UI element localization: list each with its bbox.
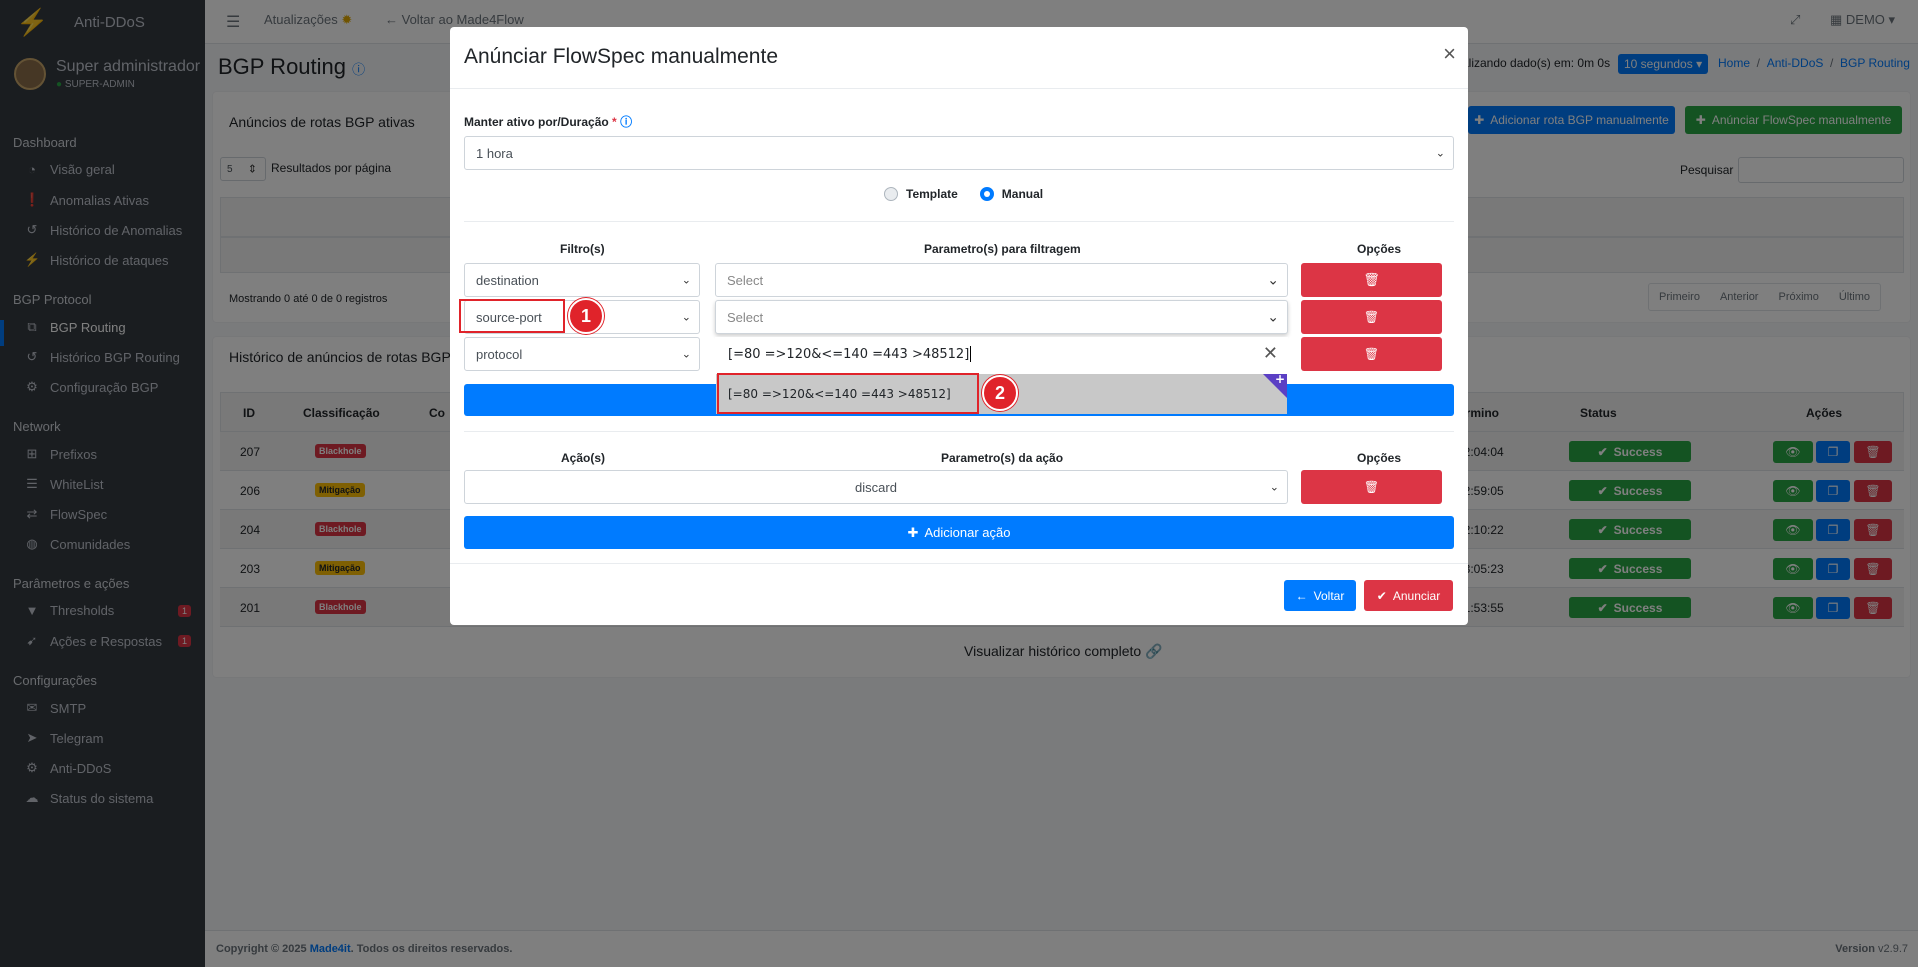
filters-header: Filtro(s)	[560, 242, 605, 256]
plus-icon: +	[1274, 372, 1285, 386]
announce-button[interactable]: ✔ Anunciar	[1364, 580, 1453, 611]
param-select-2[interactable]: Select ⌄	[715, 300, 1288, 334]
annotation-box-2	[717, 373, 979, 414]
mode-radio-group: Template Manual	[884, 187, 1043, 201]
filter-select-3[interactable]: protocol ⌄	[464, 337, 700, 371]
trash-icon: 🗑	[1363, 480, 1380, 494]
params-header: Parametro(s) para filtragem	[924, 242, 1081, 256]
param-select-1[interactable]: Select ⌄	[715, 263, 1288, 297]
delete-filter-3-button[interactable]: 🗑	[1301, 337, 1442, 371]
param-tag-input-3[interactable]: [=80 =>120&<=140 =443 >48512] ✕	[715, 337, 1288, 371]
actions-header: Ação(s)	[561, 451, 606, 465]
radio-manual[interactable]	[979, 187, 994, 201]
action-options-header: Opções	[1357, 451, 1402, 465]
duration-select[interactable]: 1 hora ⌄	[464, 136, 1454, 170]
plus-icon: ✚	[907, 524, 919, 540]
modal-title: Anúnciar FlowSpec manualmente	[464, 45, 778, 68]
arrow-left-icon: ←	[1295, 588, 1308, 603]
radio-template-label: Template	[906, 187, 958, 201]
trash-icon: 🗑	[1363, 310, 1380, 324]
flowspec-modal: Anúnciar FlowSpec manualmente × Manter a…	[450, 27, 1468, 625]
annotation-marker-2: 2	[982, 375, 1018, 411]
divider	[464, 431, 1454, 432]
action-params-header: Parametro(s) da ação	[941, 451, 1064, 465]
radio-template[interactable]	[884, 187, 898, 201]
annotation-marker-1: 1	[568, 298, 604, 334]
close-icon[interactable]: ×	[1443, 41, 1456, 67]
divider	[464, 221, 1454, 222]
check-icon: ✔	[1376, 588, 1387, 603]
filter-select-1[interactable]: destination ⌄	[464, 263, 700, 297]
add-action-button[interactable]: ✚ Adicionar ação	[464, 516, 1454, 549]
duration-label: Manter ativo por/Duração * ⓘ	[464, 115, 633, 129]
trash-icon: 🗑	[1363, 272, 1380, 287]
delete-filter-1-button[interactable]: 🗑	[1301, 263, 1442, 297]
delete-filter-2-button[interactable]: 🗑	[1301, 300, 1442, 334]
radio-manual-label: Manual	[1001, 187, 1044, 201]
back-button[interactable]: ← Voltar	[1284, 580, 1356, 611]
info-icon[interactable]: ⓘ	[620, 115, 632, 129]
modal-header-divider	[450, 88, 1468, 89]
modal-footer-divider	[450, 563, 1468, 564]
clear-icon[interactable]: ✕	[1263, 343, 1278, 364]
trash-icon: 🗑	[1363, 347, 1380, 361]
annotation-box-1	[459, 299, 565, 333]
options-header: Opções	[1357, 242, 1402, 256]
delete-action-button[interactable]: 🗑	[1301, 470, 1442, 504]
action-param-select[interactable]: discard ⌄	[464, 470, 1288, 504]
